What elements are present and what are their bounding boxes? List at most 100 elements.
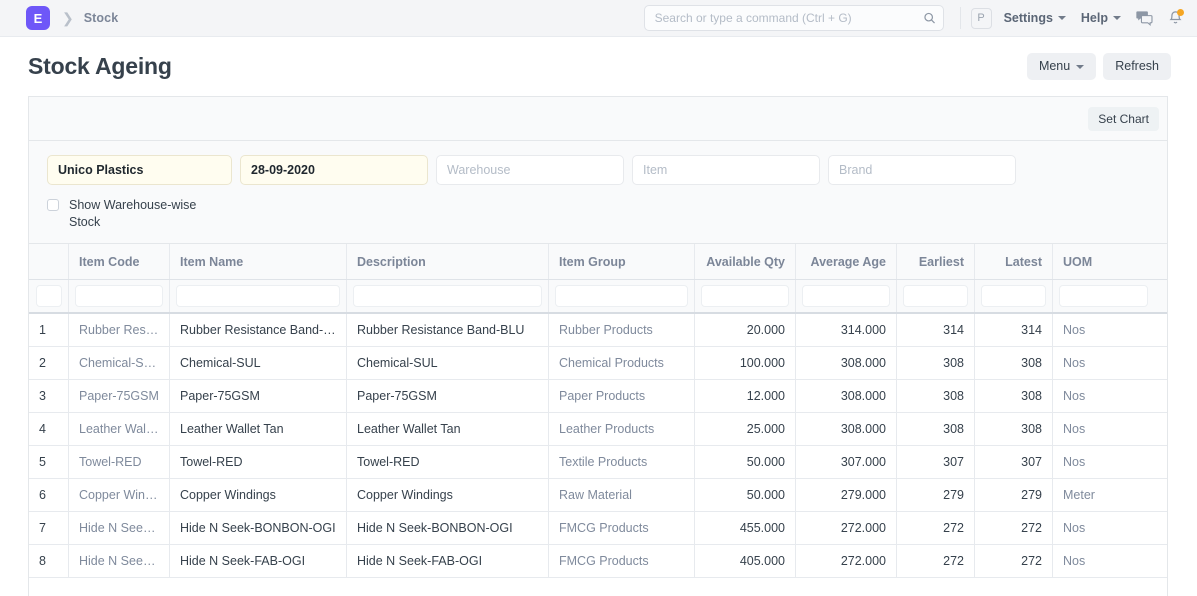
cell-average-age[interactable]: 308.000 (796, 380, 897, 412)
menu-button[interactable]: Menu (1026, 53, 1097, 80)
cell-item-name[interactable]: Leather Wallet Tan (170, 413, 347, 445)
table-row[interactable]: 4 Leather Wall... Leather Wallet Tan Leathe… (29, 413, 1167, 446)
cell-index[interactable]: 5 (29, 446, 69, 478)
cell-latest[interactable]: 279 (975, 479, 1053, 511)
cell-available-qty[interactable]: 50.000 (695, 446, 796, 478)
company-filter-input[interactable] (47, 155, 232, 185)
cell-description[interactable]: Rubber Resistance Band-BLU (347, 314, 549, 346)
cell-latest[interactable]: 308 (975, 413, 1053, 445)
cell-available-qty[interactable]: 50.000 (695, 479, 796, 511)
settings-menu[interactable]: Settings (1004, 11, 1066, 25)
cell-item-name[interactable]: Paper-75GSM (170, 380, 347, 412)
cell-uom[interactable]: Nos (1053, 347, 1154, 379)
search-input[interactable] (643, 5, 944, 31)
filter-cell-latest[interactable] (975, 280, 1053, 312)
table-row[interactable]: 1 Rubber Resis... Rubber Resistance Band-B… (29, 314, 1167, 347)
breadcrumb-item-stock[interactable]: Stock (84, 11, 119, 25)
cell-available-qty[interactable]: 455.000 (695, 512, 796, 544)
column-header-item-code[interactable]: Item Code (69, 244, 170, 279)
cell-item-code[interactable]: Hide N Seek-... (69, 512, 170, 544)
cell-item-group[interactable]: Rubber Products (549, 314, 695, 346)
filter-cell-available-qty[interactable] (695, 280, 796, 312)
column-header-item-group[interactable]: Item Group (549, 244, 695, 279)
cell-item-group[interactable]: Paper Products (549, 380, 695, 412)
column-filter-average-age[interactable] (802, 285, 890, 307)
cell-description[interactable]: Hide N Seek-BONBON-OGI (347, 512, 549, 544)
cell-available-qty[interactable]: 12.000 (695, 380, 796, 412)
cell-index[interactable]: 7 (29, 512, 69, 544)
cell-item-group[interactable]: Leather Products (549, 413, 695, 445)
cell-item-name[interactable]: Hide N Seek-BONBON-OGI (170, 512, 347, 544)
column-header-available-qty[interactable]: Available Qty (695, 244, 796, 279)
cell-item-code[interactable]: Hide N Seek-... (69, 545, 170, 577)
cell-available-qty[interactable]: 25.000 (695, 413, 796, 445)
cell-item-code[interactable]: Paper-75GSM (69, 380, 170, 412)
cell-item-code[interactable]: Leather Wall... (69, 413, 170, 445)
column-filter-uom[interactable] (1059, 285, 1148, 307)
cell-earliest[interactable]: 307 (897, 446, 975, 478)
cell-uom[interactable]: Nos (1053, 413, 1154, 445)
column-filter-item-name[interactable] (176, 285, 340, 307)
column-filter-description[interactable] (353, 285, 542, 307)
cell-item-group[interactable]: FMCG Products (549, 512, 695, 544)
table-row[interactable]: 6 Copper Wind... Copper Windings Copper Win… (29, 479, 1167, 512)
cell-item-name[interactable]: Towel-RED (170, 446, 347, 478)
filter-cell-item-group[interactable] (549, 280, 695, 312)
search-box[interactable] (643, 5, 944, 31)
app-logo[interactable]: E (26, 6, 50, 30)
table-row[interactable]: 3 Paper-75GSM Paper-75GSM Paper-75GSM Paper … (29, 380, 1167, 413)
cell-item-group[interactable]: Chemical Products (549, 347, 695, 379)
cell-item-name[interactable]: Hide N Seek-FAB-OGI (170, 545, 347, 577)
cell-earliest[interactable]: 308 (897, 413, 975, 445)
table-row[interactable]: 5 Towel-RED Towel-RED Towel-RED Textile Prod… (29, 446, 1167, 479)
column-header-latest[interactable]: Latest (975, 244, 1053, 279)
filter-cell-item-name[interactable] (170, 280, 347, 312)
cell-latest[interactable]: 308 (975, 380, 1053, 412)
cell-uom[interactable]: Meter (1053, 479, 1154, 511)
cell-item-group[interactable]: Raw Material (549, 479, 695, 511)
column-header-earliest[interactable]: Earliest (897, 244, 975, 279)
cell-uom[interactable]: Nos (1053, 545, 1154, 577)
cell-latest[interactable]: 272 (975, 512, 1053, 544)
help-menu[interactable]: Help (1081, 11, 1121, 25)
cell-item-name[interactable]: Copper Windings (170, 479, 347, 511)
cell-index[interactable]: 4 (29, 413, 69, 445)
cell-uom[interactable]: Nos (1053, 380, 1154, 412)
cell-description[interactable]: Hide N Seek-FAB-OGI (347, 545, 549, 577)
cell-available-qty[interactable]: 100.000 (695, 347, 796, 379)
cell-average-age[interactable]: 314.000 (796, 314, 897, 346)
cell-item-code[interactable]: Rubber Resis... (69, 314, 170, 346)
cell-index[interactable]: 8 (29, 545, 69, 577)
column-filter-item-code[interactable] (75, 285, 163, 307)
cell-average-age[interactable]: 272.000 (796, 512, 897, 544)
cell-average-age[interactable]: 279.000 (796, 479, 897, 511)
item-filter-input[interactable] (632, 155, 820, 185)
cell-item-group[interactable]: FMCG Products (549, 545, 695, 577)
cell-description[interactable]: Towel-RED (347, 446, 549, 478)
cell-item-code[interactable]: Copper Wind... (69, 479, 170, 511)
filter-cell-earliest[interactable] (897, 280, 975, 312)
cell-latest[interactable]: 307 (975, 446, 1053, 478)
cell-earliest[interactable]: 308 (897, 347, 975, 379)
table-row[interactable]: 2 Chemical-SUL Chemical-SUL Chemical-SUL Che… (29, 347, 1167, 380)
table-row[interactable]: 8 Hide N Seek-... Hide N Seek-FAB-OGI Hide … (29, 545, 1167, 578)
cell-earliest[interactable]: 314 (897, 314, 975, 346)
cell-latest[interactable]: 314 (975, 314, 1053, 346)
column-filter-earliest[interactable] (903, 285, 968, 307)
table-row[interactable]: 7 Hide N Seek-... Hide N Seek-BONBON-OGI Hi… (29, 512, 1167, 545)
column-header-uom[interactable]: UOM (1053, 244, 1154, 279)
cell-available-qty[interactable]: 405.000 (695, 545, 796, 577)
cell-item-group[interactable]: Textile Products (549, 446, 695, 478)
column-filter-item-group[interactable] (555, 285, 688, 307)
cell-description[interactable]: Leather Wallet Tan (347, 413, 549, 445)
cell-item-name[interactable]: Chemical-SUL (170, 347, 347, 379)
warehouse-wise-checkbox[interactable] (47, 199, 59, 211)
cell-uom[interactable]: Nos (1053, 512, 1154, 544)
cell-average-age[interactable]: 307.000 (796, 446, 897, 478)
refresh-button[interactable]: Refresh (1103, 53, 1171, 80)
filter-cell-uom[interactable] (1053, 280, 1154, 312)
avatar[interactable]: P (970, 7, 992, 29)
cell-item-code[interactable]: Chemical-SUL (69, 347, 170, 379)
cell-item-code[interactable]: Towel-RED (69, 446, 170, 478)
column-filter-latest[interactable] (981, 285, 1046, 307)
